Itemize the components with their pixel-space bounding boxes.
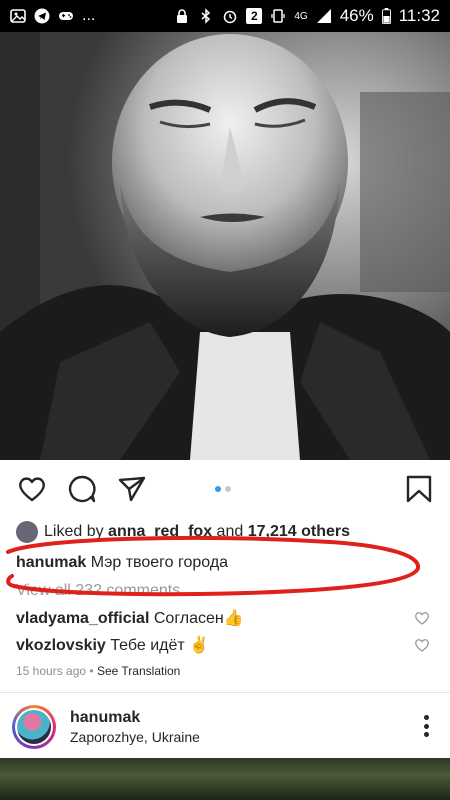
- post-caption: hanumak Мэр твоего города: [16, 554, 228, 572]
- profile-location[interactable]: Zaporozhye, Ukraine: [70, 729, 200, 745]
- post-meta: 15 hours ago • See Translation: [16, 664, 180, 678]
- image-icon: [10, 9, 26, 23]
- clock: 11:32: [398, 6, 440, 25]
- comment-text: Согласен👍: [153, 610, 244, 627]
- battery-icon: [381, 8, 391, 24]
- profile-username[interactable]: hanumak: [70, 709, 140, 727]
- lock-icon: [177, 9, 188, 23]
- carousel-dot: [225, 486, 231, 492]
- share-icon[interactable]: [117, 474, 147, 504]
- comment-like-heart-icon[interactable]: [414, 610, 430, 626]
- carousel-dot-active: [215, 486, 221, 492]
- alarm-icon: [224, 10, 237, 24]
- likes-others[interactable]: 17,214 others: [248, 523, 350, 541]
- comment-username[interactable]: vladyama_official: [16, 610, 149, 627]
- likes-summary[interactable]: Liked by anna_red_fox and 17,214 others: [16, 521, 350, 543]
- bluetooth-icon: [201, 8, 211, 24]
- next-post-photo[interactable]: [0, 758, 450, 800]
- comment-like-heart-icon[interactable]: [414, 637, 430, 653]
- caption-username[interactable]: hanumak: [16, 554, 86, 571]
- meta-separator: •: [89, 664, 94, 678]
- next-post-header: hanumak Zaporozhye, Ukraine: [0, 693, 450, 758]
- see-translation-link[interactable]: See Translation: [97, 664, 180, 678]
- likes-prefix: Liked by: [44, 523, 104, 540]
- comment-row: vladyama_official Согласен👍: [16, 608, 244, 628]
- vibrate-icon: [271, 9, 285, 23]
- comment-icon[interactable]: [67, 474, 97, 504]
- comment-row: vkozlovskiy Тебе идёт ✌: [16, 635, 209, 655]
- notification-count-badge: 2: [246, 8, 263, 24]
- status-ellipsis: ...: [82, 7, 96, 24]
- battery-level: 46%: [339, 6, 374, 25]
- status-bar: ... 2 4G 46% 11:32: [0, 0, 450, 32]
- bookmark-icon[interactable]: [404, 474, 434, 504]
- portrait-image: [0, 32, 450, 460]
- telegram-icon: [34, 8, 50, 24]
- comment-text: Тебе идёт ✌: [110, 637, 210, 654]
- gamepad-icon: [59, 12, 73, 20]
- timestamp: 15 hours ago: [16, 664, 87, 678]
- signal-icon: [316, 9, 331, 23]
- likes-and: and: [216, 523, 244, 540]
- carousel-indicator: [215, 486, 231, 492]
- liker-avatar: [16, 521, 38, 543]
- post-photo[interactable]: [0, 32, 450, 460]
- comment-username[interactable]: vkozlovskiy: [16, 637, 106, 654]
- avatar[interactable]: [12, 705, 56, 749]
- view-all-comments-link[interactable]: View all 232 comments: [16, 582, 180, 600]
- caption-text: Мэр твоего города: [90, 554, 229, 571]
- heart-icon[interactable]: [17, 474, 47, 504]
- network-type: 4G: [294, 10, 308, 22]
- liker-username[interactable]: anna_red_fox: [108, 523, 212, 541]
- more-options-icon[interactable]: [424, 715, 430, 737]
